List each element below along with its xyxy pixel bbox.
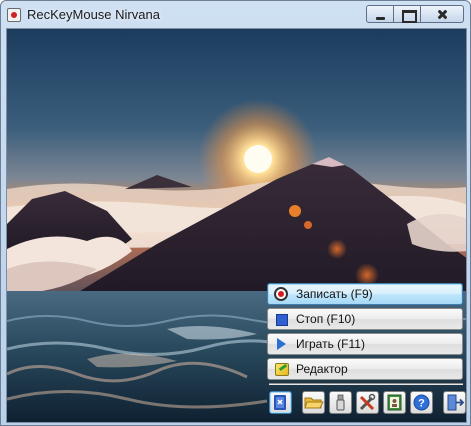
record-button[interactable]: Записать (F9) xyxy=(267,283,463,305)
exit-icon xyxy=(447,394,465,411)
minimize-button[interactable] xyxy=(366,5,393,23)
question-icon: ? xyxy=(413,394,430,411)
stop-button[interactable]: Стоп (F10) xyxy=(267,308,463,330)
maximize-button[interactable] xyxy=(393,5,420,23)
play-label: Играть (F11) xyxy=(296,337,365,351)
tools-button[interactable] xyxy=(356,391,379,414)
info-card-button[interactable] xyxy=(383,391,406,414)
close-button[interactable] xyxy=(420,5,464,23)
exit-button[interactable] xyxy=(443,391,466,414)
help-book-icon xyxy=(274,395,286,410)
help-book-button[interactable] xyxy=(269,391,292,414)
title-bar[interactable]: RecKeyMouse Nirvana xyxy=(1,1,470,28)
action-panel: Записать (F9) Стоп (F10) Играть (F11) Ре… xyxy=(267,283,463,383)
play-button[interactable]: Играть (F11) xyxy=(267,333,463,355)
record-icon xyxy=(274,287,288,301)
help-question-button[interactable]: ? xyxy=(410,391,433,414)
stop-label: Стоп (F10) xyxy=(296,312,356,326)
editor-button[interactable]: Редактор xyxy=(267,358,463,380)
tools-icon xyxy=(359,393,376,411)
app-window: RecKeyMouse Nirvana Записать (F9) Стоп (… xyxy=(0,0,471,426)
info-card-icon xyxy=(387,394,402,411)
app-record-icon[interactable] xyxy=(7,8,21,22)
play-icon xyxy=(274,337,288,351)
window-controls xyxy=(366,5,464,23)
editor-icon xyxy=(274,362,289,376)
window-title: RecKeyMouse Nirvana xyxy=(27,7,160,22)
svg-text:?: ? xyxy=(418,398,425,410)
open-folder-button[interactable] xyxy=(302,391,325,414)
bottom-toolbar: ? xyxy=(269,391,466,414)
toolbar-divider xyxy=(269,383,463,385)
usb-drive-button[interactable] xyxy=(329,391,352,414)
record-label: Записать (F9) xyxy=(296,287,373,301)
usb-drive-icon xyxy=(336,394,345,411)
open-folder-icon xyxy=(304,397,324,409)
editor-label: Редактор xyxy=(296,362,348,376)
stop-icon xyxy=(274,312,288,326)
